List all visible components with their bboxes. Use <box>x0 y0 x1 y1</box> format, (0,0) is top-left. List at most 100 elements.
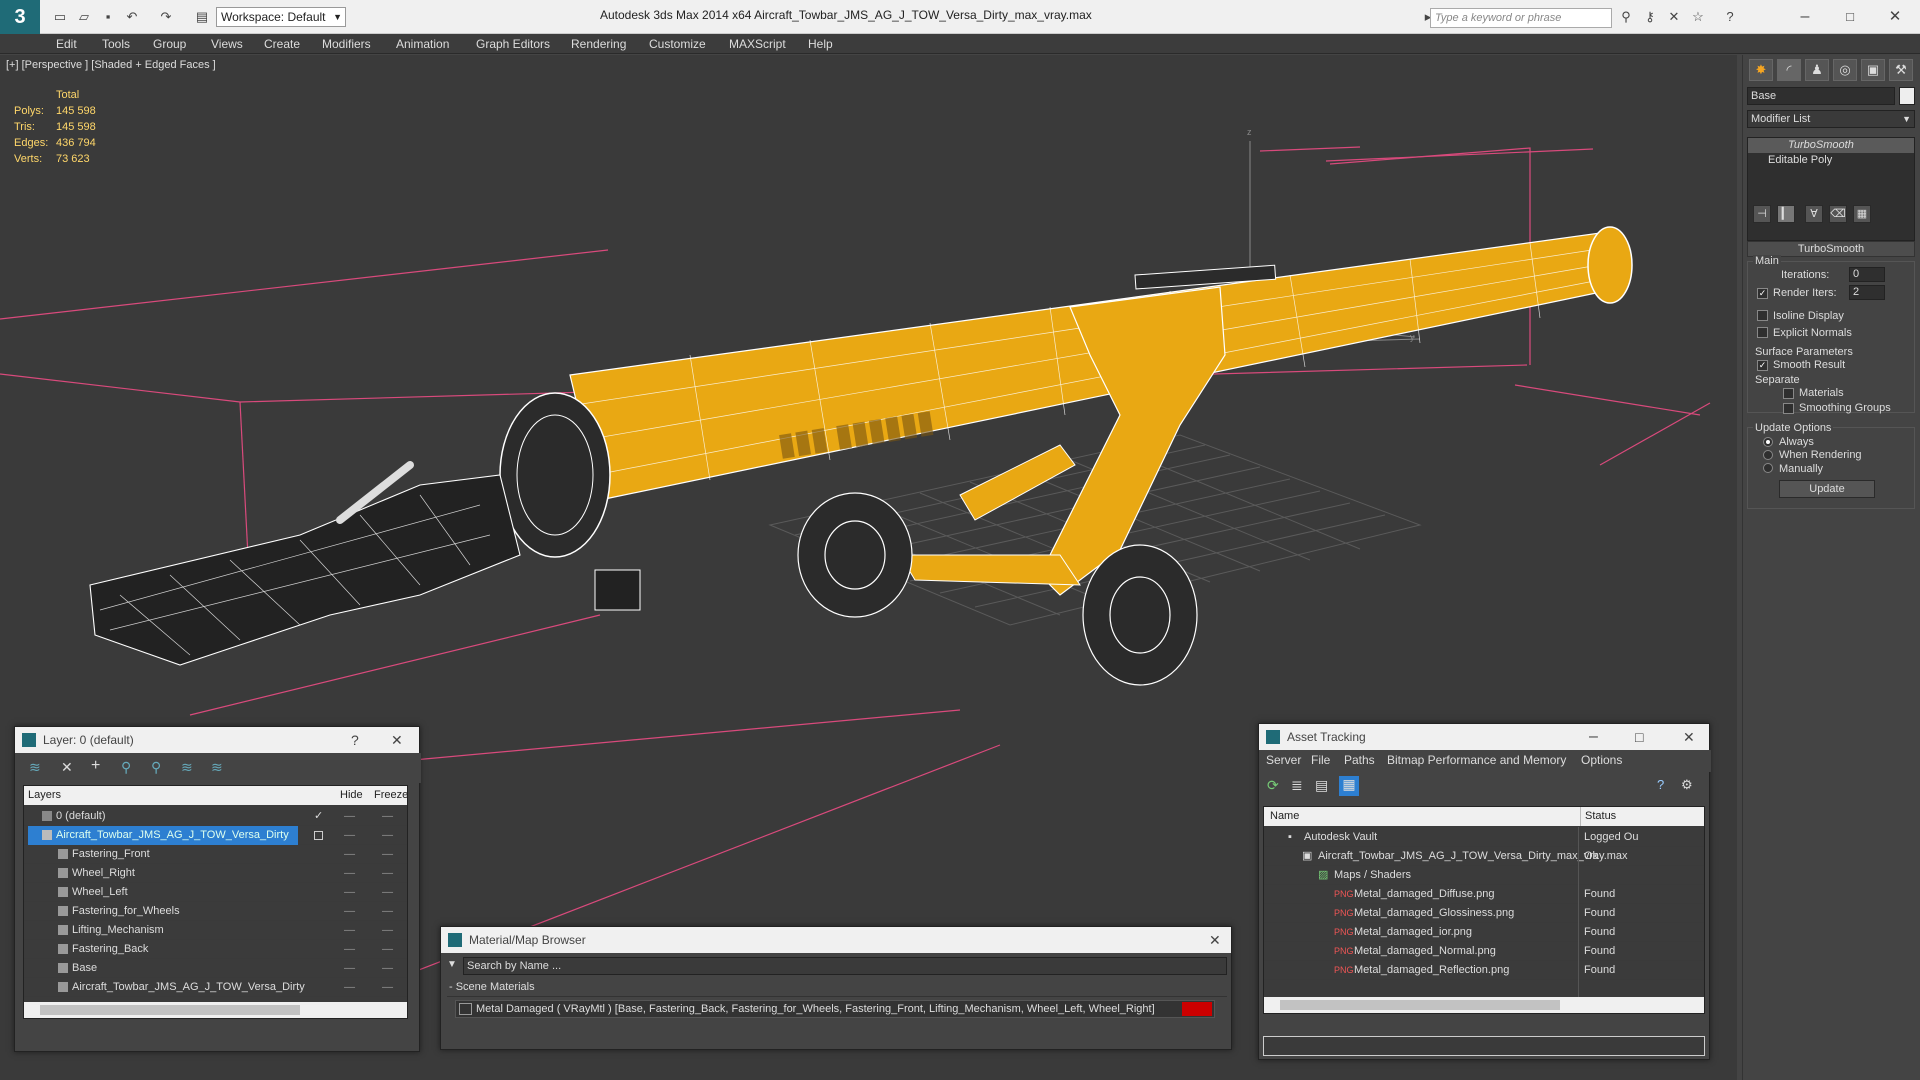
smooth-result-checkbox[interactable]: ✓ <box>1757 360 1768 371</box>
modifier-list-dropdown[interactable]: Modifier List ▼ <box>1747 110 1915 128</box>
minimize-icon[interactable]: – <box>1589 724 1598 750</box>
scene-materials-group[interactable]: - Scene Materials <box>447 981 1227 997</box>
asset-row[interactable]: PNG Metal_damaged_Glossiness.png Found <box>1264 904 1704 923</box>
scroll-thumb[interactable] <box>40 1005 300 1015</box>
asset-menu-options[interactable]: Options <box>1581 753 1622 767</box>
layer-window-titlebar[interactable]: Layer: 0 (default) ? ✕ <box>15 727 419 753</box>
asset-row[interactable]: PNG Metal_damaged_ior.png Found <box>1264 923 1704 942</box>
layer-row[interactable]: 0 (default) ✓ –– –– <box>24 807 407 826</box>
layer-row[interactable]: Wheel_Right –– –– <box>24 864 407 883</box>
horizontal-scrollbar[interactable] <box>1264 997 1704 1013</box>
layer-row[interactable]: Fastering_Back –– –– <box>24 940 407 959</box>
layer-row[interactable]: Wheel_Left –– –– <box>24 883 407 902</box>
save-icon[interactable]: ▪ <box>98 7 118 27</box>
col-freeze[interactable]: Freeze <box>374 786 408 805</box>
project-folder-icon[interactable]: ▤ <box>192 7 212 27</box>
horizontal-scrollbar[interactable] <box>24 1002 407 1018</box>
update-manually-radio[interactable] <box>1763 463 1773 473</box>
asset-row[interactable]: ▪ Autodesk Vault Logged Ou <box>1264 828 1704 847</box>
hierarchy-tab-icon[interactable]: ♟ <box>1805 59 1829 81</box>
remove-modifier-icon[interactable]: ⌫ <box>1829 205 1847 223</box>
material-entry[interactable]: Metal Damaged ( VRayMtl ) [Base, Fasteri… <box>455 1000 1215 1018</box>
materials-checkbox[interactable] <box>1783 388 1794 399</box>
freeze-toggle[interactable]: –– <box>382 807 393 826</box>
asset-menu-bitmap[interactable]: Bitmap Performance and Memory <box>1387 753 1566 767</box>
hide-toggle[interactable]: –– <box>344 826 355 845</box>
display-tab-icon[interactable]: ▣ <box>1861 59 1885 81</box>
asset-path-field[interactable] <box>1263 1036 1705 1056</box>
refresh-icon[interactable]: ⟳ <box>1267 777 1279 794</box>
select-objects-icon[interactable]: ⚲ <box>121 759 131 776</box>
scroll-thumb[interactable] <box>1280 1000 1560 1010</box>
asset-row[interactable]: ▨ Maps / Shaders <box>1264 866 1704 885</box>
col-status[interactable]: Status <box>1580 807 1616 826</box>
help-icon[interactable]: ? <box>1720 7 1740 27</box>
create-layer-icon[interactable]: ≋ <box>29 759 41 776</box>
explicit-normals-checkbox[interactable] <box>1757 327 1768 338</box>
undo-icon[interactable]: ↶ <box>122 7 142 27</box>
freeze-toggle[interactable]: –– <box>382 826 393 845</box>
hide-toggle[interactable]: –– <box>344 978 355 997</box>
material-browser-titlebar[interactable]: Material/Map Browser ✕ <box>441 927 1231 953</box>
hide-all-icon[interactable]: ≋ <box>181 759 193 776</box>
asset-row[interactable]: PNG Metal_damaged_Diffuse.png Found <box>1264 885 1704 904</box>
thumbnail-view-icon[interactable]: ▤ <box>1315 777 1328 794</box>
update-button[interactable]: Update <box>1779 480 1875 498</box>
motion-tab-icon[interactable]: ◎ <box>1833 59 1857 81</box>
open-file-icon[interactable]: ▱ <box>74 7 94 27</box>
isoline-display-checkbox[interactable] <box>1757 310 1768 321</box>
favorites-star-icon[interactable]: ☆ <box>1688 7 1708 27</box>
keyword-search-input[interactable]: Type a keyword or phrase <box>1430 8 1612 28</box>
communication-icon[interactable]: ✕ <box>1664 7 1684 27</box>
freeze-toggle[interactable]: –– <box>382 940 393 959</box>
hide-toggle[interactable]: –– <box>344 845 355 864</box>
freeze-toggle[interactable]: –– <box>382 883 393 902</box>
object-name-field[interactable]: Base <box>1747 87 1895 105</box>
freeze-all-icon[interactable]: ≋ <box>211 759 223 776</box>
hide-toggle[interactable]: –– <box>344 807 355 826</box>
minimize-icon[interactable]: – <box>1795 7 1815 27</box>
col-layers[interactable]: Layers <box>28 786 61 805</box>
smoothing-groups-checkbox[interactable] <box>1783 403 1794 414</box>
stack-item-editable-poly[interactable]: Editable Poly <box>1748 153 1914 168</box>
update-when-rendering-radio[interactable] <box>1763 450 1773 460</box>
maximize-icon[interactable]: □ <box>1635 724 1643 750</box>
col-hide[interactable]: Hide <box>340 786 363 805</box>
menu-help[interactable]: Help <box>808 37 833 51</box>
stack-item-turbosmooth[interactable]: TurboSmooth <box>1748 138 1914 153</box>
layer-row[interactable]: Fastering_for_Wheels –– –– <box>24 902 407 921</box>
active-layer-check-icon[interactable]: ✓ <box>314 807 323 826</box>
menu-graph-editors[interactable]: Graph Editors <box>476 37 550 51</box>
browser-options-icon[interactable]: ▼ <box>447 959 457 970</box>
asset-menu-file[interactable]: File <box>1311 753 1330 767</box>
freeze-toggle[interactable]: –– <box>382 978 393 997</box>
app-logo-icon[interactable]: 3 <box>0 0 40 34</box>
configure-sets-icon[interactable]: ▦ <box>1853 205 1871 223</box>
list-view-icon[interactable]: ≣ <box>1291 777 1303 794</box>
help-icon[interactable]: ? <box>1657 777 1664 792</box>
help-button[interactable]: ? <box>351 727 359 753</box>
col-name[interactable]: Name <box>1270 807 1299 826</box>
hide-toggle[interactable]: –– <box>344 883 355 902</box>
menu-maxscript[interactable]: MAXScript <box>729 37 786 51</box>
close-icon[interactable]: ✕ <box>1683 724 1695 750</box>
active-layer-box[interactable] <box>314 831 323 840</box>
menu-group[interactable]: Group <box>153 37 186 51</box>
towbar-model[interactable]: ▮▮▮ ▮▮▮▮▮▮ <box>89 226 1633 686</box>
pin-stack-icon[interactable]: ⊣ <box>1753 205 1771 223</box>
layer-row[interactable]: Fastering_Front –– –– <box>24 845 407 864</box>
update-always-radio[interactable] <box>1763 437 1773 447</box>
settings-icon[interactable]: ⚙ <box>1681 777 1693 793</box>
render-iters-checkbox[interactable]: ✓ <box>1757 288 1768 299</box>
create-tab-icon[interactable]: ✸ <box>1749 59 1773 81</box>
layer-row[interactable]: Lifting_Mechanism –– –– <box>24 921 407 940</box>
freeze-toggle[interactable]: –– <box>382 959 393 978</box>
asset-row[interactable]: PNG Metal_damaged_Normal.png Found <box>1264 942 1704 961</box>
freeze-toggle[interactable]: –– <box>382 902 393 921</box>
workspace-dropdown[interactable]: Workspace: Default ▼ <box>216 7 346 27</box>
asset-tracking-titlebar[interactable]: Asset Tracking – □ ✕ <box>1259 724 1709 750</box>
menu-customize[interactable]: Customize <box>649 37 706 51</box>
close-icon[interactable]: ✕ <box>1209 927 1221 953</box>
hide-toggle[interactable]: –– <box>344 902 355 921</box>
show-end-result-icon[interactable]: ▎ <box>1777 205 1795 223</box>
